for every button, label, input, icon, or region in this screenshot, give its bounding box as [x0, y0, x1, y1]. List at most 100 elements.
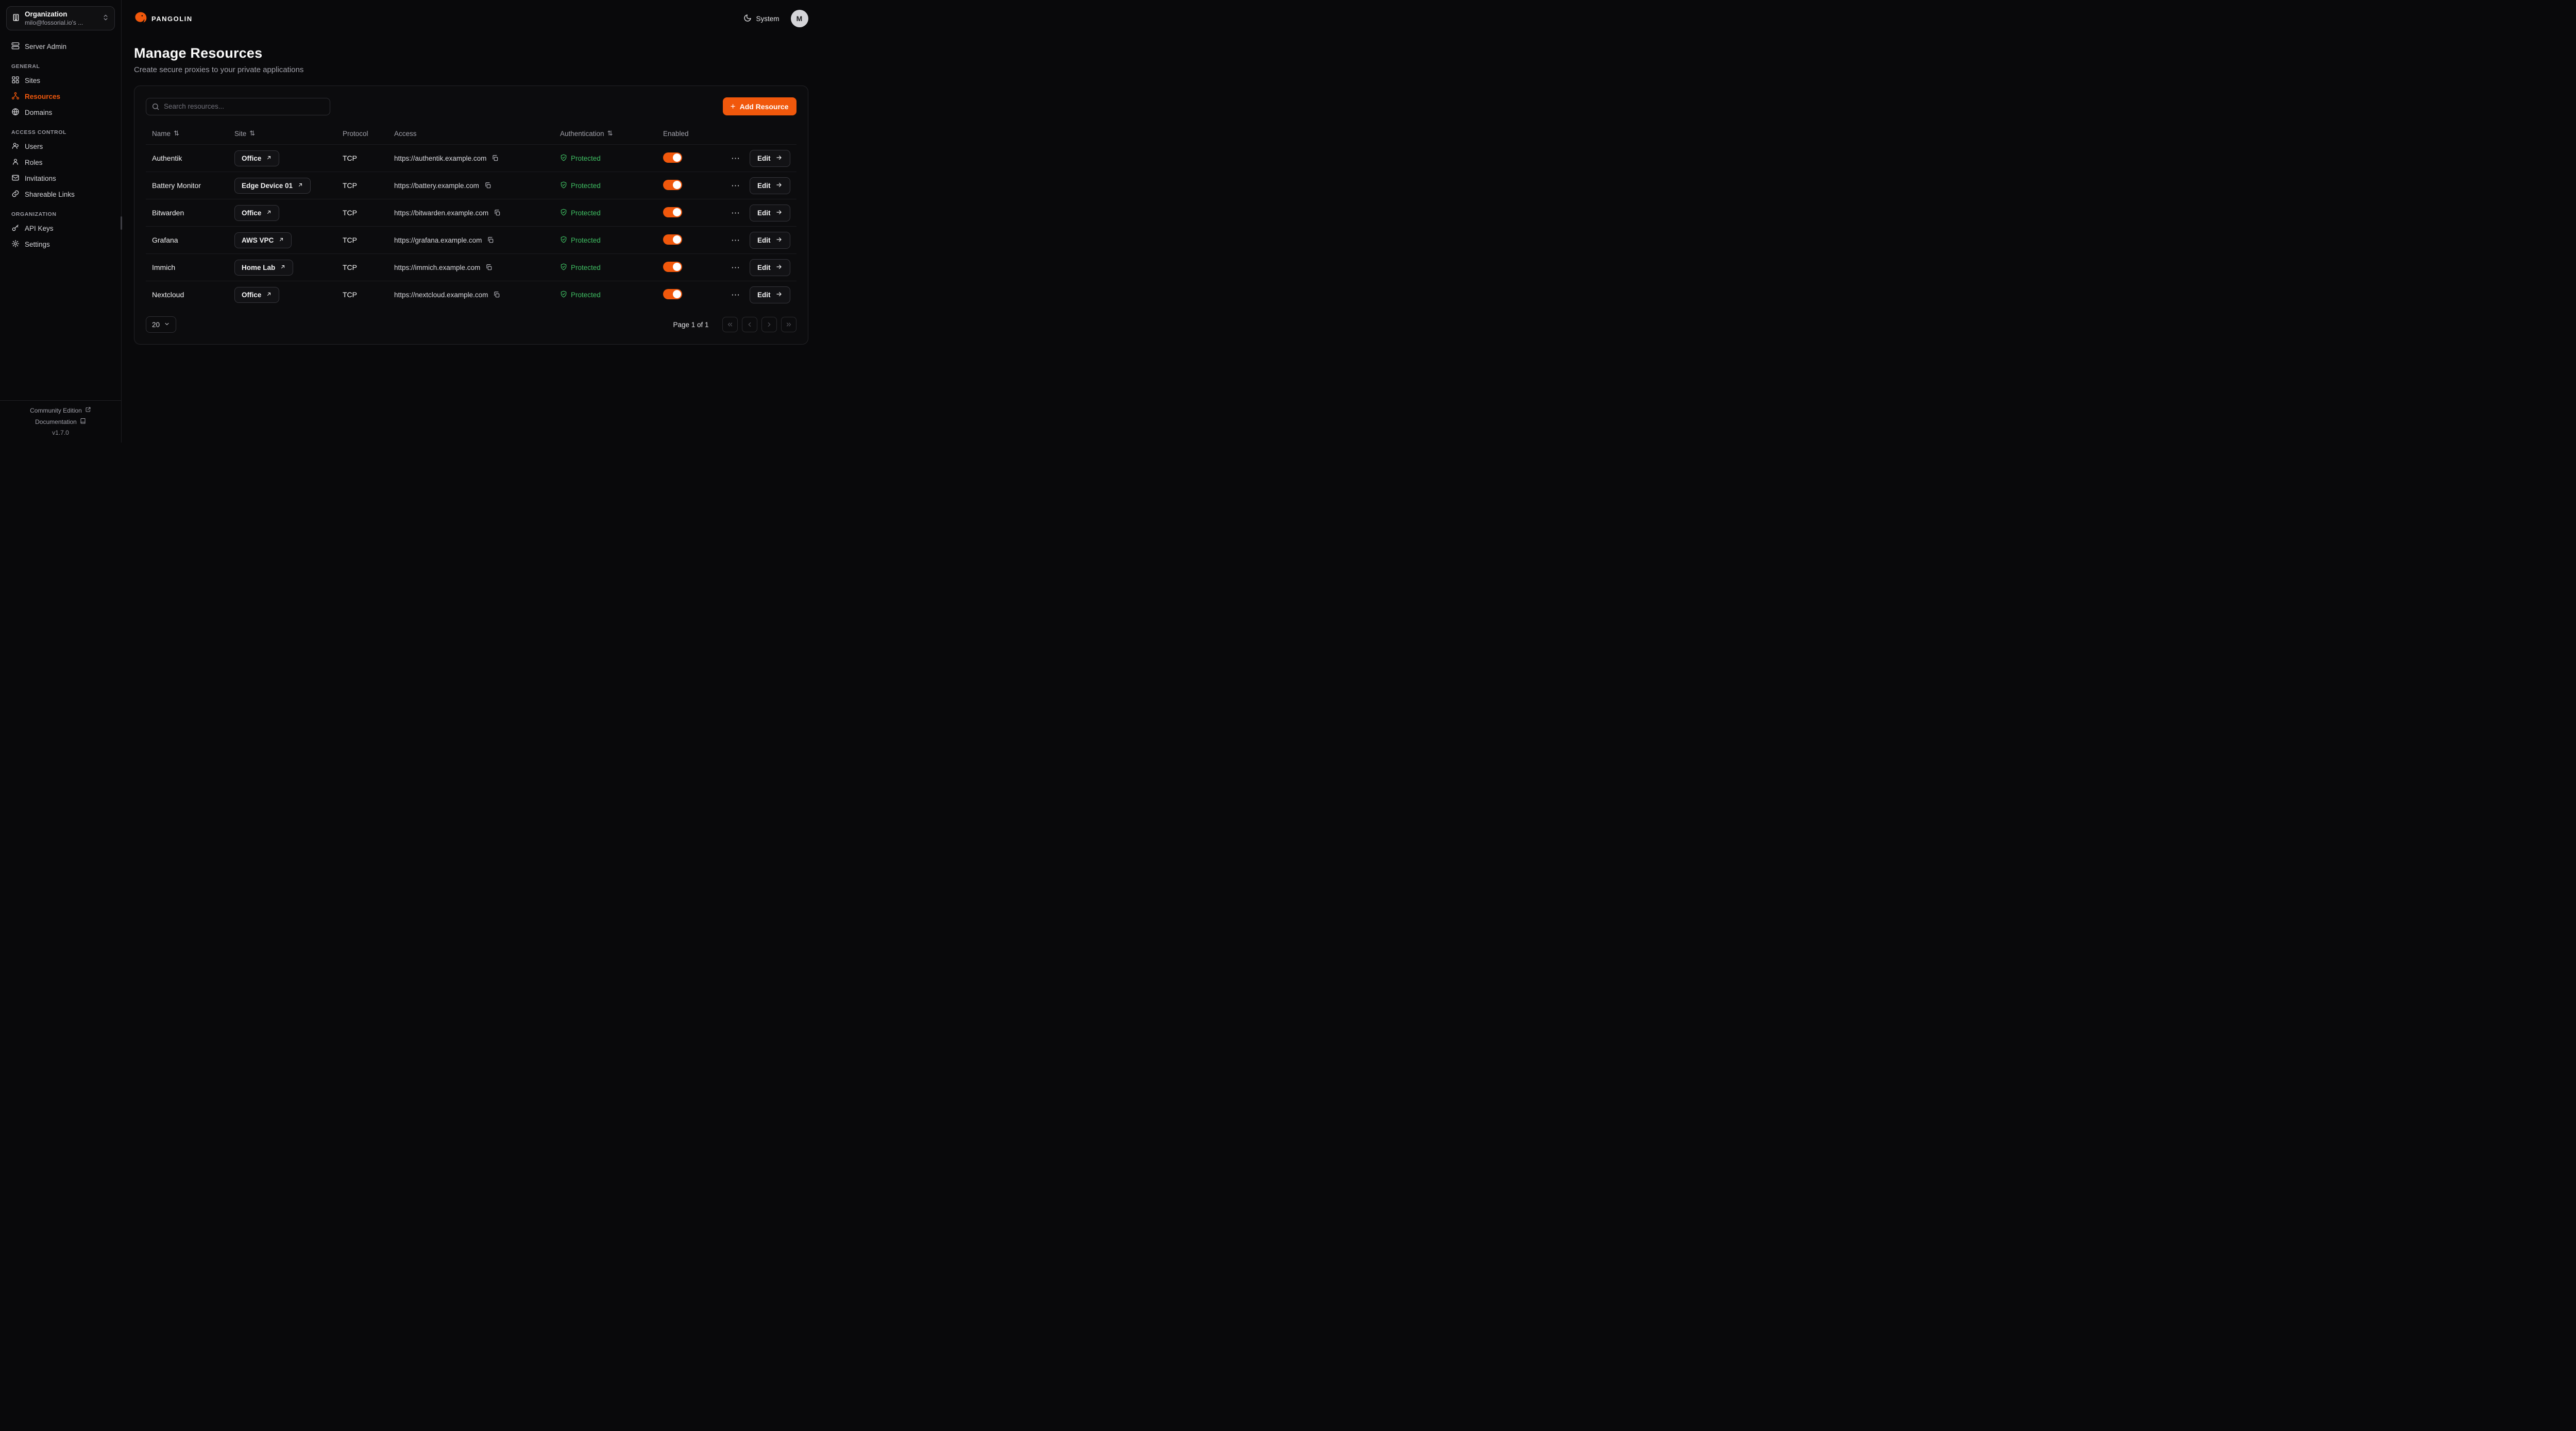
enabled-toggle[interactable]: [663, 207, 682, 217]
sidebar-item-label: Server Admin: [25, 43, 66, 50]
table-row: Grafana AWS VPC TCP https://grafana.exam…: [146, 226, 796, 253]
resources-card: + Add Resource Name ⇅ Site ⇅ Protocol: [134, 86, 808, 345]
building-icon: [12, 13, 20, 23]
table-row: Nextcloud Office TCP https://nextcloud.e…: [146, 281, 796, 308]
table-row: Battery Monitor Edge Device 01 TCP https…: [146, 172, 796, 199]
page-subtitle: Create secure proxies to your private ap…: [134, 65, 808, 74]
site-link-button[interactable]: Home Lab: [234, 260, 293, 276]
resource-protocol: TCP: [343, 181, 394, 190]
card-footer: 20 Page 1 of 1: [146, 316, 796, 333]
sidebar-item-domains[interactable]: Domains: [6, 105, 115, 121]
more-actions-button[interactable]: ⋯: [730, 208, 741, 218]
next-page-button[interactable]: [761, 317, 777, 332]
sidebar-item-resources[interactable]: Resources: [6, 89, 115, 105]
enabled-toggle[interactable]: [663, 234, 682, 245]
copy-icon[interactable]: [485, 264, 493, 271]
column-header-site[interactable]: Site ⇅: [234, 129, 343, 138]
sort-icon[interactable]: ⇅: [174, 129, 179, 138]
globe-icon: [11, 108, 20, 117]
sidebar-item-roles[interactable]: Roles: [6, 155, 115, 171]
site-link-button[interactable]: Office: [234, 205, 279, 221]
sidebar-item-shareable-links[interactable]: Shareable Links: [6, 186, 115, 202]
edit-button[interactable]: Edit: [750, 259, 790, 276]
column-header-authentication[interactable]: Authentication ⇅: [560, 129, 663, 138]
sidebar-item-invitations[interactable]: Invitations: [6, 171, 115, 186]
resource-access: https://nextcloud.example.com: [394, 291, 560, 299]
copy-icon[interactable]: [487, 236, 494, 244]
sidebar-item-label: Shareable Links: [25, 191, 75, 198]
documentation-link[interactable]: Documentation: [6, 418, 115, 425]
brand[interactable]: PANGOLIN: [134, 11, 193, 26]
sidebar-item-server-admin[interactable]: Server Admin: [6, 39, 115, 55]
resources-icon: [11, 92, 20, 101]
copy-icon[interactable]: [493, 291, 500, 298]
more-actions-button[interactable]: ⋯: [730, 289, 741, 300]
sidebar-item-label: Domains: [25, 109, 52, 116]
org-switcher-texts: Organization milo@fossorial.io's ...: [25, 10, 97, 26]
auth-status: Protected: [560, 236, 663, 245]
sidebar-item-label: Settings: [25, 241, 50, 248]
section-label-organization: ORGANIZATION: [11, 211, 110, 217]
external-link-icon: [266, 291, 272, 299]
resource-name: Immich: [152, 263, 234, 271]
sidebar-resize-handle[interactable]: [121, 216, 122, 230]
last-page-button[interactable]: [781, 317, 796, 332]
auth-status: Protected: [560, 291, 663, 299]
key-icon: [11, 224, 20, 233]
copy-icon[interactable]: [494, 209, 501, 216]
edit-button[interactable]: Edit: [750, 150, 790, 167]
sidebar-item-settings[interactable]: Settings: [6, 236, 115, 252]
column-header-access: Access: [394, 130, 560, 138]
add-resource-button[interactable]: + Add Resource: [723, 97, 796, 115]
table-row: Authentik Office TCP https://authentik.e…: [146, 144, 796, 172]
enabled-toggle[interactable]: [663, 262, 682, 272]
chevrons-up-down-icon: [102, 14, 109, 23]
site-link-button[interactable]: Edge Device 01: [234, 178, 311, 194]
auth-status: Protected: [560, 154, 663, 163]
more-actions-button[interactable]: ⋯: [730, 235, 741, 246]
community-edition-link[interactable]: Community Edition: [6, 406, 115, 414]
first-page-button[interactable]: [722, 317, 738, 332]
page-size-select[interactable]: 20: [146, 316, 176, 333]
pager: Page 1 of 1: [673, 317, 796, 332]
avatar[interactable]: M: [791, 10, 808, 27]
main-content: PANGOLIN System M Manage Resources Creat…: [122, 0, 821, 442]
more-actions-button[interactable]: ⋯: [730, 153, 741, 164]
sidebar-item-label: Resources: [25, 93, 60, 100]
enabled-toggle[interactable]: [663, 152, 682, 163]
edit-button[interactable]: Edit: [750, 205, 790, 222]
copy-icon[interactable]: [492, 155, 499, 162]
org-switcher[interactable]: Organization milo@fossorial.io's ...: [6, 6, 115, 30]
copy-icon[interactable]: [484, 182, 492, 189]
more-actions-button[interactable]: ⋯: [730, 262, 741, 273]
enabled-toggle[interactable]: [663, 180, 682, 190]
org-title: Organization: [25, 10, 97, 18]
site-link-button[interactable]: Office: [234, 287, 279, 303]
sidebar-item-users[interactable]: Users: [6, 139, 115, 155]
sidebar-item-label: Invitations: [25, 175, 56, 182]
sidebar-item-sites[interactable]: Sites: [6, 73, 115, 89]
column-header-name[interactable]: Name ⇅: [152, 129, 234, 138]
enabled-toggle[interactable]: [663, 289, 682, 299]
resource-protocol: TCP: [343, 263, 394, 271]
sidebar-item-api-keys[interactable]: API Keys: [6, 220, 115, 236]
site-link-button[interactable]: Office: [234, 150, 279, 166]
search-input[interactable]: [146, 98, 330, 115]
app-root: Organization milo@fossorial.io's ... Ser…: [0, 0, 808, 442]
site-link-button[interactable]: AWS VPC: [234, 232, 292, 248]
sort-icon[interactable]: ⇅: [249, 129, 255, 138]
auth-status: Protected: [560, 263, 663, 272]
table-header: Name ⇅ Site ⇅ Protocol Access Authentica…: [146, 123, 796, 144]
page-label: Page 1 of 1: [673, 321, 708, 329]
edit-button[interactable]: Edit: [750, 177, 790, 194]
theme-toggle[interactable]: System: [743, 14, 779, 24]
sort-icon[interactable]: ⇅: [607, 129, 613, 138]
edit-button[interactable]: Edit: [750, 232, 790, 249]
edit-button[interactable]: Edit: [750, 286, 790, 303]
resource-access: https://immich.example.com: [394, 264, 560, 271]
shield-check-icon: [560, 181, 567, 190]
shield-check-icon: [560, 236, 567, 245]
previous-page-button[interactable]: [742, 317, 757, 332]
more-actions-button[interactable]: ⋯: [730, 180, 741, 191]
sidebar-footer: Community Edition Documentation v1.7.0: [0, 400, 121, 442]
